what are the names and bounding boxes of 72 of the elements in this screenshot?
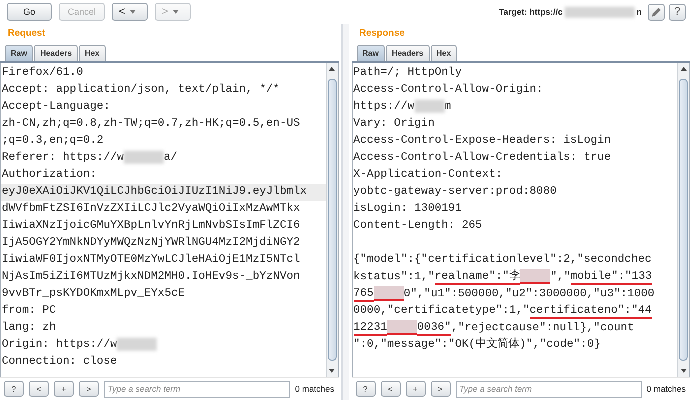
search-field[interactable]: Type a search term <box>104 380 290 398</box>
code-text: mobile":"133 <box>570 271 652 286</box>
code-text: m <box>444 101 452 113</box>
target-label: n <box>636 7 642 17</box>
tab[interactable]: Raw <box>5 45 34 61</box>
code-text: https://w <box>354 101 415 113</box>
code-text: zh-CN,zh;q=0.8,zh-TW;q=0.7,zh-HK;q=0.5,en-US <box>2 118 300 130</box>
code-text: kstatus":1," <box>354 271 435 284</box>
redacted-area <box>564 6 635 18</box>
code-text: certificateno":"44 <box>530 305 652 319</box>
code-text: Firefox/61.0 <box>2 67 84 79</box>
code-text: eyJ0eXAiOiJKV1QiLCJhbGciOiJIUzI1NiJ9.eyJlbmlx <box>2 186 308 198</box>
code-text: Origin: https://w <box>2 339 118 351</box>
code-text: Accept: application/json, text/plain, */* <box>2 84 280 96</box>
tab[interactable]: Headers <box>34 45 78 61</box>
help-button[interactable]: ? <box>4 381 24 397</box>
code-text: lang: zh <box>2 322 56 334</box>
code-text: X-Application-Context: <box>354 169 503 181</box>
code-text: "," <box>550 271 571 284</box>
code-text: IiwiaXNzIjoicGMuYXBpLnlvYnRjLmNvbSIsImFlZCI6 <box>2 220 300 232</box>
code-text: a/ <box>164 152 178 164</box>
search-field[interactable]: Type a search term <box>456 380 642 398</box>
go-button[interactable]: Go <box>7 3 52 21</box>
code-text: ":0,"message":"OK(中文简体)","code":0} <box>354 339 601 351</box>
scrollbar[interactable] <box>326 63 338 377</box>
tab[interactable]: Raw <box>356 45 385 61</box>
previous-button[interactable]: < <box>380 381 400 397</box>
add-button[interactable]: + <box>54 381 74 397</box>
code-text: 0000,"certificatetype":1," <box>354 305 530 317</box>
code-text: Authorization: <box>2 169 97 181</box>
previous-button[interactable]: < <box>29 381 49 397</box>
next-button[interactable]: > <box>430 381 450 397</box>
code-text: Vary: Origin <box>354 118 435 130</box>
edit-button[interactable] <box>648 4 665 20</box>
code-text: Accept-Language: <box>2 101 110 113</box>
code-text: dWVfbmFtZSI6InVzZXIiLCJlc2VyaWQiOiIxMzAwMTkx <box>2 203 300 215</box>
match-count: 0 matches <box>646 384 686 394</box>
match-count: 0 matches <box>295 384 334 394</box>
code-text: yobtc-gateway-server:prod:8080 <box>354 186 557 198</box>
code-text: from: PC <box>2 305 56 317</box>
code-text: IiwiaWF0IjoxNTMyOTE0MzYwLCJleHAiOjE1MzI5NTcl <box>2 254 300 266</box>
scrollbar[interactable] <box>677 63 689 377</box>
code-text: ;q=0.3,en;q=0.2 <box>2 135 104 147</box>
help-button[interactable]: ? <box>356 381 376 397</box>
caret-icon <box>173 10 180 14</box>
target-label: Target: https://c <box>499 7 563 17</box>
code-text: Path=/; HttpOnly <box>354 67 462 79</box>
tab[interactable]: Hex <box>430 45 458 61</box>
code-text: 9vvBTr_psKYDOKmxMLpv_EYx5cE <box>2 288 186 300</box>
tab[interactable]: Hex <box>79 45 106 61</box>
help-button[interactable]: ? <box>669 4 686 20</box>
next-button[interactable]: > <box>79 381 99 397</box>
code-text: IjA5OGY2YmNkNDYyMWQzNzNjYWRlNGU4MzI2MjdiNGY2 <box>2 237 300 249</box>
code-text: ,"rejectcause":null},"count <box>451 322 634 334</box>
add-button[interactable]: + <box>406 381 426 397</box>
code-text: Referer: https://w <box>2 152 124 164</box>
caret-icon <box>130 10 136 14</box>
pane-title: Request <box>7 27 46 41</box>
code-text: NjAsIm5iZiI6MTUzMjkxNDM2MH0.IoHEv9s-_bYzNVon <box>2 271 300 283</box>
tab[interactable]: Headers <box>386 45 430 61</box>
code-text: 0","u1":500000,"u2":3000000,"u3":1000 <box>404 288 655 300</box>
code-text: isLogin: 1300191 <box>354 203 462 215</box>
code-text: {"model":{"certificationlevel":2,"secondchec <box>354 254 652 266</box>
code-text: Content-Length: 265 <box>354 220 482 232</box>
pencil-icon <box>652 8 661 16</box>
code-text: Connection: close <box>2 356 118 368</box>
code-text: Access-Control-Allow-Origin: <box>354 84 544 96</box>
code-text: Access-Control-Expose-Headers: isLogin <box>354 135 612 147</box>
code-text: Access-Control-Allow-Credentials: true <box>354 152 612 164</box>
code-text: 0036" <box>417 322 452 336</box>
back-button[interactable]: < <box>112 3 148 21</box>
pane-title: Response <box>358 27 406 41</box>
